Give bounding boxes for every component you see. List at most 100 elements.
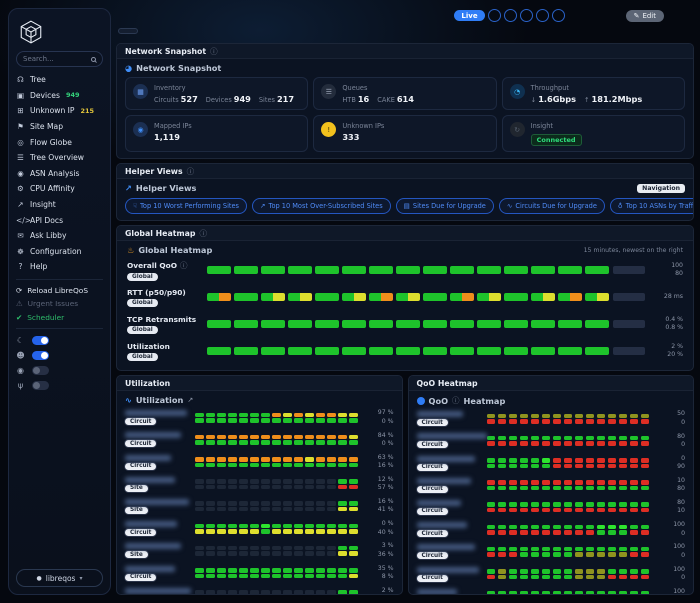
kind-badge[interactable]: Site (125, 507, 148, 514)
sidebar-item[interactable]: ↗ Insight (16, 197, 103, 213)
helper-view-button[interactable]: ♁ Top 10 ASNs by Traffic Volume (610, 198, 694, 214)
heatmap-strip[interactable] (195, 479, 358, 489)
heatmap-strip[interactable] (487, 436, 650, 446)
sidebar-item[interactable]: ☰ Tree Overview (16, 150, 103, 166)
info-icon[interactable]: ⓘ (210, 46, 218, 57)
time-range-button[interactable] (552, 9, 565, 22)
toggle-switch[interactable] (32, 381, 49, 390)
live-button[interactable]: Live (454, 10, 484, 21)
info-icon[interactable]: ⓘ (187, 166, 195, 177)
kind-badge[interactable]: Circuit (125, 463, 156, 470)
helper-view-button[interactable]: ☟ Top 10 Worst Performing Sites (125, 198, 247, 214)
heatmap-strip[interactable] (487, 502, 650, 512)
heatmap-strip[interactable] (195, 524, 358, 534)
sidebar-footer-icon: ⚠ (16, 299, 23, 308)
sidebar-footer-item[interactable]: ⟳ Reload LibreQoS (16, 284, 103, 298)
kind-badge[interactable]: Circuit (125, 529, 156, 536)
kind-badge[interactable]: Circuit (125, 574, 156, 581)
sidebar-footer-item[interactable]: ✔ Scheduler (16, 311, 103, 325)
heatmap-strip[interactable] (195, 568, 358, 578)
time-range-button[interactable] (520, 9, 533, 22)
info-icon[interactable]: ⓘ (180, 260, 188, 271)
time-range-button[interactable] (536, 9, 549, 22)
row-values: 8010 (653, 499, 685, 516)
scope-badge: Global (127, 299, 158, 307)
heatmap-strip[interactable] (487, 480, 650, 490)
inner-title: Helper Views (136, 183, 197, 193)
helper-view-button[interactable]: ∿ Circuits Due for Upgrade (499, 198, 605, 214)
heatmap-strip[interactable] (195, 413, 358, 423)
time-range-button[interactable] (488, 9, 501, 22)
sidebar-item[interactable]: ☸ Configuration (16, 244, 103, 260)
kind-badge[interactable]: Circuit (125, 418, 156, 425)
heatmap-strip[interactable] (195, 457, 358, 467)
heatmap-strip[interactable] (195, 501, 358, 511)
row-values: 500 (653, 410, 685, 427)
helper-view-button[interactable]: ↗ Top 10 Most Over-Subscribed Sites (252, 198, 391, 214)
kind-badge[interactable]: Circuit (125, 440, 156, 447)
row-values: 1080 (653, 477, 685, 494)
sidebar-item[interactable]: ⊞ Unknown IP 215 (16, 103, 103, 119)
tab[interactable] (118, 28, 138, 34)
info-icon[interactable]: ⓘ (199, 228, 207, 239)
qoo-row: Circuit 500 (417, 409, 686, 428)
sidebar-item-icon: ☰ (16, 153, 25, 162)
kind-badge[interactable]: Circuit (417, 486, 448, 493)
sidebar-item[interactable]: ◎ Flow Globe (16, 134, 103, 150)
heatmap-strip[interactable] (487, 458, 650, 468)
info-icon[interactable]: ⓘ (452, 395, 460, 406)
sidebar-item[interactable]: ▣ Devices 949 (16, 88, 103, 104)
search-icon (91, 57, 96, 62)
heatmap-strip[interactable] (195, 435, 358, 445)
kind-badge[interactable]: Circuit (417, 441, 448, 448)
toggle-switch[interactable] (32, 366, 49, 375)
redacted-name (125, 543, 181, 549)
panel-header[interactable]: Utilization (117, 376, 402, 391)
helper-view-button[interactable]: ▤ Sites Due for Upgrade (396, 198, 494, 214)
sidebar-footer-item[interactable]: ⚠ Urgent Issues (16, 297, 103, 311)
heatmap-strip[interactable] (207, 347, 609, 355)
account-menu-button[interactable]: ● libreqos ▾ (16, 569, 103, 587)
heatmap-strip[interactable] (207, 320, 609, 328)
sidebar-item[interactable]: ? Help (16, 259, 103, 275)
heatmap-strip[interactable] (487, 547, 650, 557)
sidebar-item[interactable]: ⚙ CPU Affinity (16, 181, 103, 197)
kind-badge[interactable]: Site (125, 485, 148, 492)
heatmap-strip[interactable] (487, 591, 650, 594)
external-link-icon[interactable]: ↗ (187, 396, 193, 404)
snapshot-card: ! Unknown IPs 333 (313, 115, 496, 152)
sidebar-item[interactable]: ✉ Ask Libby (16, 228, 103, 244)
kind-badge[interactable]: Circuit (417, 575, 448, 582)
heatmap-strip[interactable] (195, 546, 358, 556)
time-range-button[interactable] (504, 9, 517, 22)
sidebar-item[interactable]: ☊ Tree (16, 72, 103, 88)
edit-button[interactable]: ✎ Edit (626, 10, 664, 22)
heatmap-strip[interactable] (487, 525, 650, 535)
sidebar-item-label: API Docs (30, 216, 63, 225)
panel-header[interactable]: QoO Heatmap (409, 376, 694, 391)
panel-header[interactable]: Network Snapshot ⓘ (117, 44, 693, 59)
panel-header[interactable]: Helper Views ⓘ (117, 164, 693, 179)
row-values: 97 %0 % (362, 409, 394, 426)
kind-badge[interactable]: Site (125, 551, 148, 558)
kind-badge[interactable]: Circuit (417, 552, 448, 559)
search-input[interactable]: Search... (16, 51, 103, 67)
heatmap-strip[interactable] (207, 293, 609, 301)
toggle-switch[interactable] (32, 336, 49, 345)
inner-title: Network Snapshot (136, 63, 221, 73)
heatmap-strip[interactable] (487, 414, 650, 424)
heatmap-strip[interactable] (195, 590, 358, 594)
kind-badge[interactable]: Circuit (417, 530, 448, 537)
panel-header[interactable]: Global Heatmap ⓘ (117, 226, 693, 241)
heatmap-strip[interactable] (207, 266, 609, 274)
heatmap-strip[interactable] (487, 569, 650, 579)
kind-badge[interactable]: Circuit (417, 508, 448, 515)
sidebar-item[interactable]: ⚑ Site Map (16, 119, 103, 135)
sidebar-item-icon: </> (16, 216, 25, 225)
scope-badge: Global (127, 326, 158, 334)
sidebar-item[interactable]: </> API Docs (16, 212, 103, 228)
sidebar-item[interactable]: ◉ ASN Analysis (16, 166, 103, 182)
kind-badge[interactable]: Circuit (417, 419, 448, 426)
toggle-switch[interactable] (32, 351, 49, 360)
kind-badge[interactable]: Circuit (417, 464, 448, 471)
